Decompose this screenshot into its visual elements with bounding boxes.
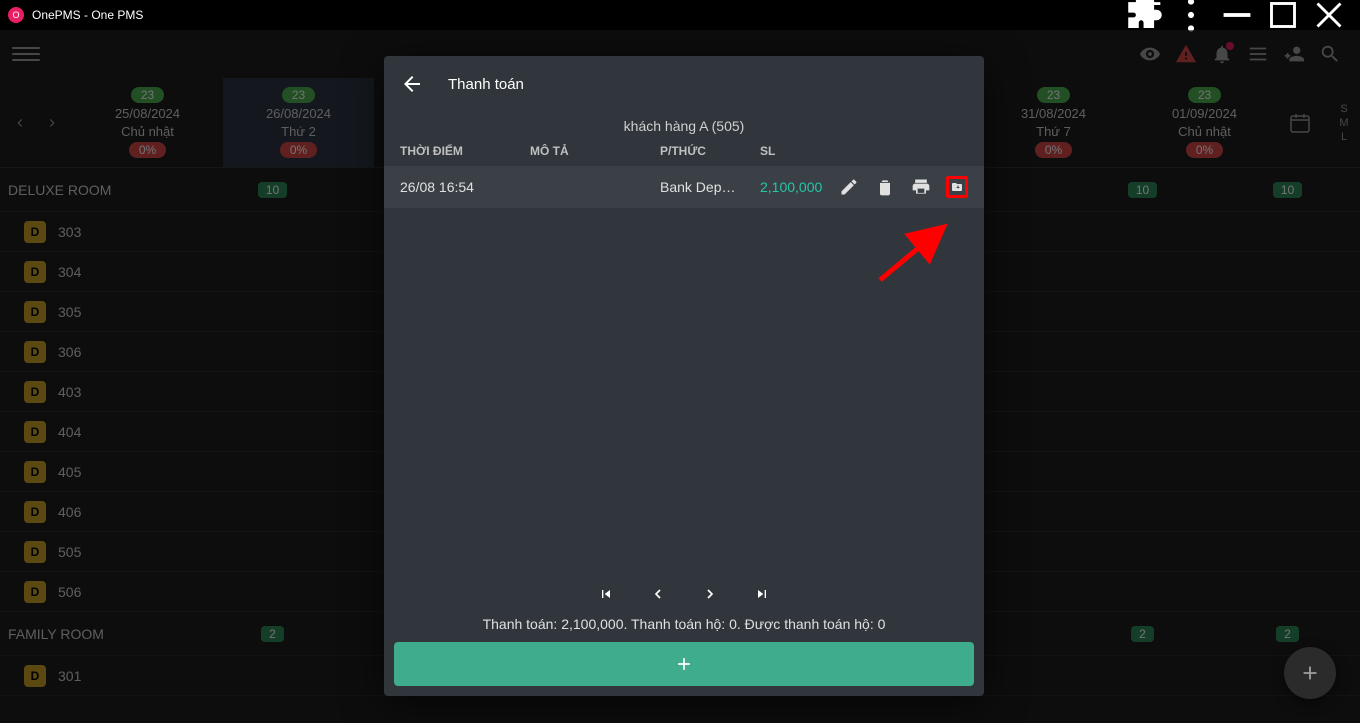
modal-column-headers: THỜI ĐIỂM MÔ TẢ P/THỨC SL (384, 144, 984, 166)
window-titlebar: O OnePMS - One PMS (0, 0, 1360, 30)
app-logo: O (8, 7, 24, 23)
modal-customer: khách hàng A (505) (384, 112, 984, 144)
prev-page-icon[interactable] (650, 586, 666, 602)
add-payment-button[interactable] (394, 642, 974, 686)
payment-summary: Thanh toán: 2,100,000. Thanh toán hộ: 0.… (384, 612, 984, 642)
extension-icon[interactable] (1122, 0, 1168, 30)
minimize-button[interactable] (1214, 0, 1260, 30)
maximize-button[interactable] (1260, 0, 1306, 30)
next-page-icon[interactable] (702, 586, 718, 602)
last-page-icon[interactable] (754, 586, 770, 602)
payment-amount: 2,100,000 (760, 179, 822, 195)
move-to-folder-icon[interactable] (946, 176, 968, 198)
first-page-icon[interactable] (598, 586, 614, 602)
payment-modal: Thanh toán khách hàng A (505) THỜI ĐIỂM … (384, 56, 984, 696)
back-button[interactable] (400, 72, 424, 96)
more-icon[interactable] (1168, 0, 1214, 30)
print-icon[interactable] (910, 176, 932, 198)
window-title: OnePMS - One PMS (32, 8, 1122, 22)
payment-row[interactable]: 26/08 16:54 Bank Dep… 2,100,000 (384, 166, 984, 208)
delete-icon[interactable] (874, 176, 896, 198)
pager (384, 576, 984, 612)
payment-time: 26/08 16:54 (400, 179, 530, 195)
close-button[interactable] (1306, 0, 1352, 30)
payment-method: Bank Dep… (660, 179, 760, 195)
edit-icon[interactable] (838, 176, 860, 198)
fab-add-button[interactable] (1284, 647, 1336, 699)
modal-title: Thanh toán (448, 76, 524, 93)
